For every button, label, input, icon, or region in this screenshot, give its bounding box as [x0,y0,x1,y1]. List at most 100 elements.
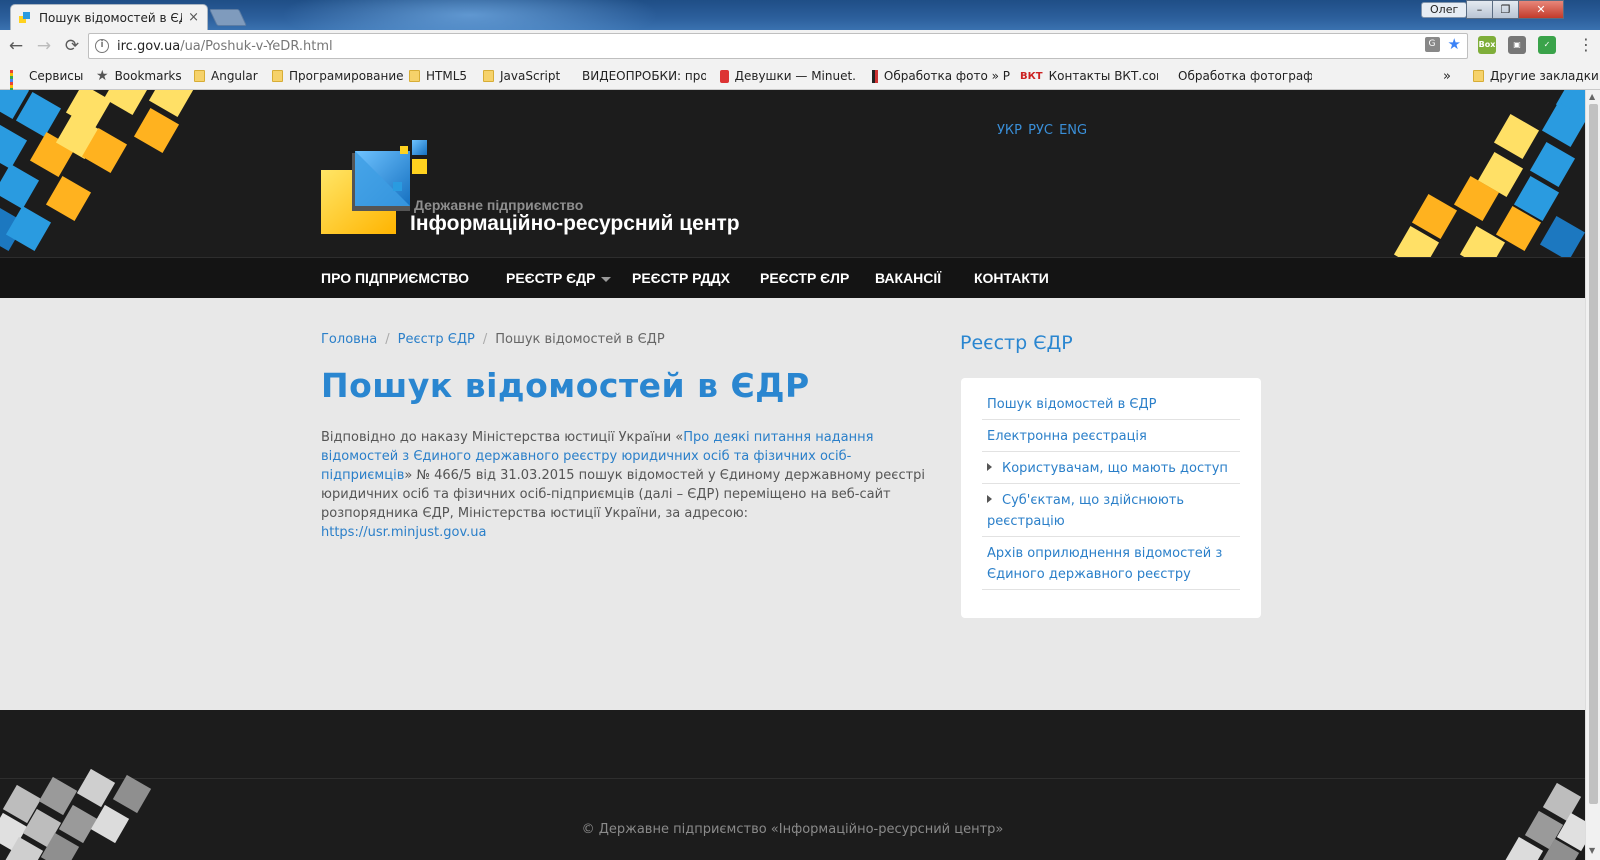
nav-contacts[interactable]: КОНТАКТИ [974,270,1049,286]
bookmark-label: Angular [211,69,258,83]
forward-button[interactable]: → [34,36,54,56]
girl-site-icon [720,69,729,83]
page-title: Пошук відомостей в ЄДР [321,366,810,405]
site-logo[interactable]: Державне підприємство Інформаційно-ресур… [321,140,751,240]
sidebar-title: Реєстр ЄДР [960,332,1073,354]
translate-icon[interactable]: G [1424,37,1440,52]
tab-title: Пошук відомостей в ЄД [39,10,183,25]
page-viewport: УКР РУС ENG Державне підприємство Інформ… [0,90,1585,860]
sidebar-item-label: Архів оприлюднення відомостей з Єдиного … [987,546,1223,582]
logo-subtitle: Державне підприємство [414,197,584,213]
bookmarks-overflow-button[interactable]: » [1443,68,1451,84]
profile-button[interactable]: Олег [1421,2,1468,18]
bookmark-label: Bookmarks [114,69,182,83]
breadcrumb-separator: / [482,332,488,347]
browser-tab[interactable]: Пошук відомостей в ЄД × [10,4,208,30]
bookmarks-bar: Сервисы ★ Bookmarks Angular Програмирова… [0,62,1600,97]
main-nav: ПРО ПІДПРИЄМСТВО РЕЄСТР ЄДР РЕЄСТР РДДХ … [0,257,1585,298]
nav-edr[interactable]: РЕЄСТР ЄДР [506,270,612,286]
language-switcher[interactable]: УКР РУС ENG [997,123,1087,138]
scrollbar-thumb[interactable] [1589,104,1598,804]
url-domain: irc.gov.ua [117,38,181,54]
maximize-button[interactable]: ❐ [1492,0,1519,19]
bookmark-photo-processing-2[interactable]: Обработка фотограф [1172,68,1312,84]
browser-titlebar: Пошук відомостей в ЄД × Олег – ❐ ✕ [0,0,1600,30]
breadcrumb-separator: / [385,332,390,347]
bookmark-label: Обработка фото » Р [883,69,1010,83]
bookmark-html5[interactable]: HTML5 [409,68,467,84]
tab-close-icon[interactable]: × [188,10,199,25]
extension-lock-icon[interactable]: ▣ [1508,36,1526,54]
folder-icon [409,70,420,82]
back-button[interactable]: ← [6,36,26,56]
sidebar-item-users[interactable]: Користувачам, що мають доступ [982,452,1240,484]
main-content: Головна / Реєстр ЄДР / Пошук відомостей в ЄД… [0,298,1585,710]
logo-title: Інформаційно-ресурсний центр [410,212,740,235]
bookmark-label: JavaScript [500,69,561,83]
apps-icon [10,69,23,97]
minimize-button[interactable]: – [1466,0,1493,19]
sidebar-item-e-registration[interactable]: Електронна реєстрація [982,420,1240,452]
bookmark-label: HTML5 [426,69,468,83]
sidebar-item-label: Електронна реєстрація [987,429,1147,444]
bookmark-vkt[interactable]: ВКТ Контакты ВКТ.com.u [1020,68,1158,84]
sidebar-item-search[interactable]: Пошук відомостей в ЄДР [982,388,1240,420]
bookmark-label: Девушки — Minuet. [734,69,856,83]
bookmark-angular[interactable]: Angular [194,68,258,84]
bookmark-star-icon[interactable]: ★ [1448,37,1461,52]
folder-icon [483,70,494,82]
browser-menu-icon[interactable]: ⋮ [1578,35,1594,55]
bookmark-photo-processing[interactable]: Обработка фото » Р [872,68,1010,84]
other-bookmarks[interactable]: Другие закладки [1473,68,1599,84]
sidebar-item-archive[interactable]: Архів оприлюднення відомостей з Єдиного … [982,537,1240,590]
address-bar[interactable]: i irc.gov.ua/ua/Poshuk-v-YeDR.html G ★ [88,33,1468,59]
site-info-icon[interactable]: i [95,39,109,53]
folder-icon [272,70,283,82]
bookmark-label: Обработка фотограф [1178,69,1312,83]
bookmark-girls[interactable]: Девушки — Minuet. [720,68,856,84]
footer-copyright: © Державне підприємство «Інформаційно-ре… [581,822,1004,837]
nav-about[interactable]: ПРО ПІДПРИЄМСТВО [321,270,469,286]
photo-icon [872,69,878,83]
bookmark-services[interactable]: Сервисы [10,68,83,97]
nav-vacancies[interactable]: ВАКАНСІЇ [875,270,941,286]
site-favicon-icon [19,11,31,24]
extension-badge-icon[interactable]: ✓ [1538,36,1556,54]
scroll-up-icon[interactable]: ▲ [1589,92,1595,101]
breadcrumb-home[interactable]: Головна [321,332,377,347]
bookmark-label: Контакты ВКТ.com.u [1048,69,1158,83]
page-scrollbar[interactable]: ▲ ▼ [1585,90,1600,860]
bookmark-javascript[interactable]: JavaScript [483,68,560,84]
bookmark-label: Програмирование [289,69,404,83]
nav-elr[interactable]: РЕЄСТР ЄЛР [760,270,849,286]
scroll-down-icon[interactable]: ▼ [1589,846,1595,855]
nav-rddh[interactable]: РЕЄСТР РДДХ [632,270,730,286]
minjust-url-link[interactable]: https://usr.minjust.gov.ua [321,525,487,540]
breadcrumb: Головна / Реєстр ЄДР / Пошук відомостей в ЄД… [321,332,665,347]
url-text: irc.gov.ua/ua/Poshuk-v-YeDR.html [117,39,333,54]
vkt-icon: ВКТ [1020,70,1043,82]
article-text: » № 466/5 від 31.03.2015 пошук відомосте… [321,468,926,521]
bookmark-bookmarks[interactable]: ★ Bookmarks [96,68,182,84]
close-window-button[interactable]: ✕ [1518,0,1564,19]
caret-right-icon [987,463,992,471]
sidebar-menu: Пошук відомостей в ЄДР Електронна реєстр… [961,378,1261,618]
extension-box-icon[interactable]: Box [1478,36,1496,54]
sidebar-item-registrars[interactable]: Суб'єктам, що здійснюють реєстрацію [982,484,1240,537]
bookmark-videoprobki[interactable]: ВИДЕОПРОБКИ: про [576,68,706,84]
nav-edr-label: РЕЄСТР ЄДР [506,270,596,286]
breadcrumb-section[interactable]: Реєстр ЄДР [398,332,475,347]
url-path: /ua/Poshuk-v-YeDR.html [180,38,333,54]
breadcrumb-current: Пошук відомостей в ЄДР [495,332,665,347]
sidebar-item-label: Пошук відомостей в ЄДР [987,397,1157,412]
folder-icon [194,70,205,82]
bookmark-programming[interactable]: Програмирование [272,68,404,84]
browser-toolbar: ← → ⟳ i irc.gov.ua/ua/Poshuk-v-YeDR.html… [0,30,1600,62]
new-tab-button[interactable] [209,9,247,26]
titlebar-glow [280,0,660,30]
reload-button[interactable]: ⟳ [62,36,82,56]
article-body: Відповідно до наказу Міністерства юстиці… [321,428,941,542]
other-bookmarks-label: Другие закладки [1490,69,1599,83]
omnibox-actions: G ★ [1424,37,1461,52]
sidebar-item-label: Суб'єктам, що здійснюють реєстрацію [987,493,1185,529]
